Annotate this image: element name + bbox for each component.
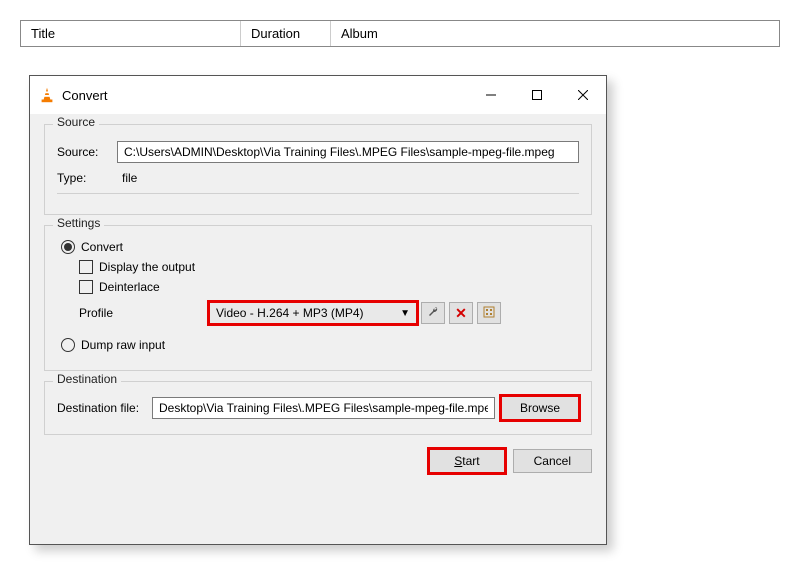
profile-value: Video - H.264 + MP3 (MP4) xyxy=(216,306,364,320)
profile-row: Profile Video - H.264 + MP3 (MP4) ▼ ✕ xyxy=(79,302,579,324)
profile-label: Profile xyxy=(79,306,209,320)
source-fieldset: Source Source: Type: file xyxy=(44,124,592,215)
start-button[interactable]: Start xyxy=(429,449,504,473)
settings-legend: Settings xyxy=(53,216,104,230)
column-title[interactable]: Title xyxy=(21,21,241,46)
dialog-buttons: Start Cancel xyxy=(30,441,606,483)
cancel-button[interactable]: Cancel xyxy=(513,449,592,473)
playlist-header: Title Duration Album xyxy=(20,20,780,47)
new-profile-button[interactable] xyxy=(477,302,501,324)
display-output-row[interactable]: Display the output xyxy=(79,260,579,274)
dump-radio-row[interactable]: Dump raw input xyxy=(61,338,579,352)
source-legend: Source xyxy=(53,115,99,129)
convert-dialog: Convert Source Source: Type: file Settin… xyxy=(29,75,607,545)
titlebar: Convert xyxy=(30,76,606,114)
convert-radio-row[interactable]: Convert xyxy=(61,240,579,254)
display-output-checkbox[interactable] xyxy=(79,260,93,274)
destination-label: Destination file: xyxy=(57,401,152,415)
edit-profile-button[interactable] xyxy=(421,302,445,324)
convert-radio[interactable] xyxy=(61,240,75,254)
chevron-down-icon: ▼ xyxy=(400,308,410,319)
divider xyxy=(57,193,579,194)
destination-fieldset: Destination Destination file: Browse xyxy=(44,381,592,435)
deinterlace-checkbox[interactable] xyxy=(79,280,93,294)
convert-label: Convert xyxy=(81,240,123,254)
source-label: Source: xyxy=(57,145,117,159)
wrench-icon xyxy=(426,305,440,322)
destination-legend: Destination xyxy=(53,372,121,386)
close-button[interactable] xyxy=(560,80,606,110)
dialog-title: Convert xyxy=(62,88,468,103)
dump-radio[interactable] xyxy=(61,338,75,352)
column-album[interactable]: Album xyxy=(331,21,779,46)
dump-label: Dump raw input xyxy=(81,338,165,352)
type-label: Type: xyxy=(57,171,117,185)
profile-dropdown[interactable]: Video - H.264 + MP3 (MP4) ▼ xyxy=(209,302,417,324)
minimize-button[interactable] xyxy=(468,80,514,110)
new-icon xyxy=(482,305,496,322)
deinterlace-label: Deinterlace xyxy=(99,280,160,294)
start-rest: tart xyxy=(462,454,479,468)
maximize-button[interactable] xyxy=(514,80,560,110)
browse-button[interactable]: Browse xyxy=(501,396,579,420)
vlc-cone-icon xyxy=(38,86,56,104)
type-value: file xyxy=(117,171,137,185)
source-input[interactable] xyxy=(117,141,579,163)
display-output-label: Display the output xyxy=(99,260,195,274)
deinterlace-row[interactable]: Deinterlace xyxy=(79,280,579,294)
window-controls xyxy=(468,80,606,110)
x-icon: ✕ xyxy=(455,305,467,322)
delete-profile-button[interactable]: ✕ xyxy=(449,302,473,324)
settings-fieldset: Settings Convert Display the output Dein… xyxy=(44,225,592,371)
column-duration[interactable]: Duration xyxy=(241,21,331,46)
destination-input[interactable] xyxy=(152,397,495,419)
